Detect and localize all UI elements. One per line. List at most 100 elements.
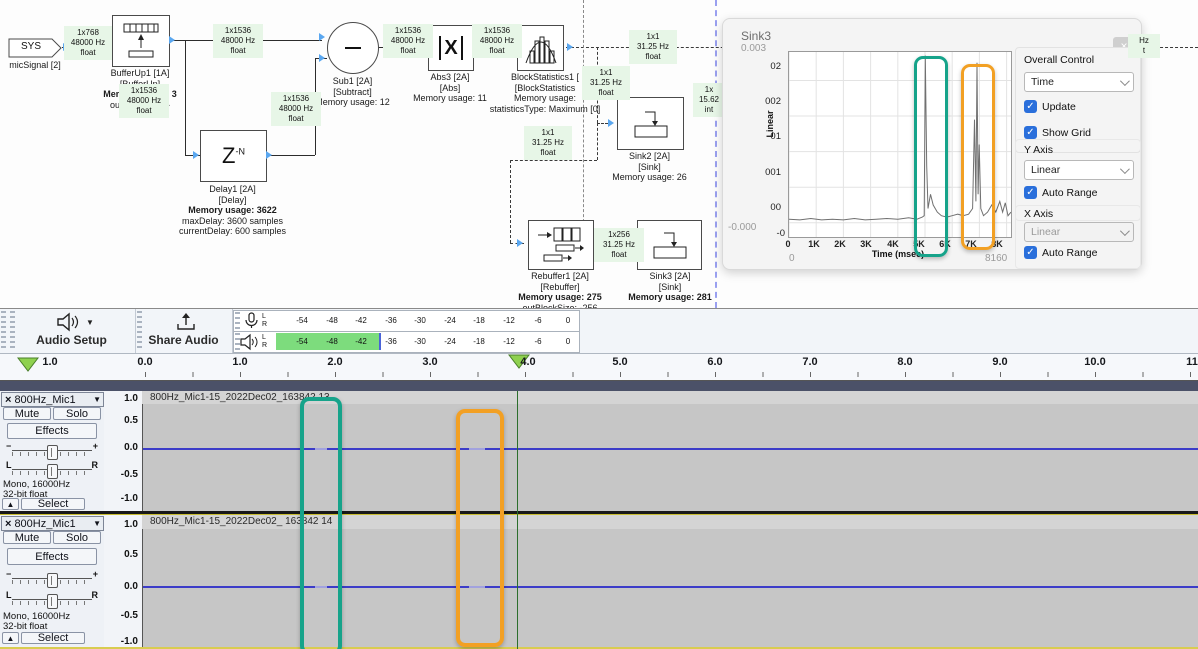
share-audio-toolbar[interactable]: Share Audio bbox=[135, 309, 233, 353]
show-grid-checkbox[interactable]: ✓Show Grid bbox=[1024, 126, 1091, 139]
signal-label: Hz t bbox=[1128, 34, 1160, 58]
x-tick: 4K bbox=[887, 239, 899, 249]
track-2: × 800Hz_Mic1 ▼ Mute Solo Effects − + L R bbox=[0, 515, 1198, 647]
signal-label: 1x1536 48000 Hz float bbox=[271, 92, 321, 126]
block-delay1[interactable]: Z-N bbox=[200, 130, 267, 182]
x-axis-group: X Axis Linear ✓Auto Range bbox=[1015, 205, 1141, 269]
time-dropdown-value: Time bbox=[1031, 76, 1054, 88]
track-2-title-bar[interactable]: × 800Hz_Mic1 ▼ bbox=[1, 516, 104, 531]
y-tick: 01 bbox=[751, 131, 781, 142]
ruler-label: 11 bbox=[1186, 356, 1198, 368]
update-checkbox[interactable]: ✓Update bbox=[1024, 100, 1076, 113]
checkbox-checked-icon: ✓ bbox=[1024, 126, 1037, 139]
close-icon[interactable]: × bbox=[5, 394, 11, 406]
pan-slider-thumb[interactable] bbox=[47, 594, 58, 609]
track-2-vertical-ruler[interactable]: 1.0 0.5 0.0 -0.5 -1.0 bbox=[104, 515, 143, 647]
port-arrow-icon bbox=[608, 119, 614, 127]
toolbar-grip[interactable] bbox=[235, 312, 240, 329]
chevron-down-icon bbox=[1120, 226, 1130, 236]
y-scale-dropdown[interactable]: Linear bbox=[1024, 160, 1134, 180]
scope-x-max: 8160 bbox=[985, 253, 1007, 264]
rebuffer-icon bbox=[534, 225, 588, 265]
track-format-line2: 32-bit float bbox=[3, 621, 47, 632]
pan-slider[interactable]: L R bbox=[4, 461, 100, 479]
y-auto-range-checkbox[interactable]: ✓Auto Range bbox=[1024, 186, 1097, 199]
gain-slider-thumb[interactable] bbox=[47, 445, 58, 460]
select-button[interactable]: Select bbox=[21, 632, 85, 644]
effects-button[interactable]: Effects bbox=[7, 548, 97, 565]
gain-slider[interactable]: − + bbox=[4, 570, 100, 588]
signal-label: 1x768 48000 Hz float bbox=[64, 26, 112, 60]
port-arrow-icon bbox=[319, 33, 325, 41]
record-meter-scale: -54 -48 -42 -36 -30 -24 -18 -12 -6 0 bbox=[274, 311, 577, 331]
gain-slider[interactable]: − + bbox=[4, 442, 100, 460]
screenshot-root: SYS micSignal [2] BufferUp1 [1A] [Buffer… bbox=[0, 0, 1198, 649]
block-sys[interactable]: SYS bbox=[8, 38, 62, 58]
signal-label: 1x 15.62 int bbox=[693, 83, 725, 117]
channel-labels: LR bbox=[262, 334, 267, 349]
ruler-label: 8.0 bbox=[897, 356, 912, 368]
playback-meter[interactable]: LR -54 -48 -42 -36 -30 -24 -18 -12 -6 0 bbox=[233, 331, 580, 353]
track-menu-arrow-icon[interactable]: ▼ bbox=[93, 519, 101, 528]
record-meter[interactable]: LR -54 -48 -42 -36 -30 -24 -18 -12 -6 0 bbox=[233, 310, 580, 332]
timeline-ruler[interactable]: 1.0 0.0 1.0 2.0 3.0 4.0 5.0 6.0 7.0 8.0 … bbox=[0, 353, 1198, 382]
close-icon[interactable]: × bbox=[5, 518, 11, 530]
sink3-scope-window: Sink3 × 0.003 -0.000 Linear 02 002 01 00… bbox=[722, 18, 1142, 270]
x-scale-dropdown[interactable]: Linear bbox=[1024, 222, 1134, 242]
signal-label: 1x1536 48000 Hz float bbox=[472, 24, 522, 58]
highlight-orange-scope bbox=[961, 64, 995, 250]
block-sink2[interactable] bbox=[617, 97, 684, 150]
y-tick: 00 bbox=[751, 202, 781, 213]
solo-button[interactable]: Solo bbox=[53, 407, 101, 420]
x-auto-range-checkbox[interactable]: ✓Auto Range bbox=[1024, 246, 1097, 259]
signal-label: 1x1 31.25 Hz float bbox=[524, 126, 572, 160]
block-sub1[interactable] bbox=[327, 22, 379, 74]
audio-setup-toolbar[interactable]: ▼ Audio Setup bbox=[8, 309, 136, 353]
track-1-vertical-ruler[interactable]: 1.0 0.5 0.0 -0.5 -1.0 bbox=[104, 391, 143, 511]
frame-boundary-purple bbox=[715, 0, 717, 308]
ruler-label: 0.0 bbox=[137, 356, 152, 368]
solo-button[interactable]: Solo bbox=[53, 531, 101, 544]
group-title: Overall Control bbox=[1024, 54, 1094, 66]
gain-slider-thumb[interactable] bbox=[47, 573, 58, 588]
sink-icon bbox=[644, 225, 696, 265]
collapse-button[interactable]: ▲ bbox=[2, 632, 19, 644]
mute-button[interactable]: Mute bbox=[3, 531, 51, 544]
y-tick: 001 bbox=[751, 167, 781, 178]
effects-button[interactable]: Effects bbox=[7, 423, 97, 439]
track-1-title-bar[interactable]: × 800Hz_Mic1 ▼ bbox=[1, 392, 104, 407]
signal-label: 1x1536 48000 Hz float bbox=[213, 24, 263, 58]
y-tick: 02 bbox=[751, 61, 781, 72]
mute-button[interactable]: Mute bbox=[3, 407, 51, 420]
delay-symbol: Z-N bbox=[222, 143, 245, 169]
track-name: 800Hz_Mic1 bbox=[14, 394, 75, 406]
delay-caption: Delay1 [2A] [Delay] Memory usage: 3622 m… bbox=[150, 184, 315, 237]
time-dropdown[interactable]: Time bbox=[1024, 72, 1134, 92]
track-name: 800Hz_Mic1 bbox=[14, 518, 75, 530]
block-sink3[interactable] bbox=[637, 220, 702, 270]
wire-dashed bbox=[510, 160, 511, 243]
block-abs3[interactable]: X bbox=[428, 25, 474, 71]
block-bufferup1[interactable] bbox=[112, 15, 170, 67]
track-menu-arrow-icon[interactable]: ▼ bbox=[93, 395, 101, 404]
ruler-label: 10.0 bbox=[1084, 356, 1105, 368]
pan-slider-thumb[interactable] bbox=[47, 464, 58, 479]
wire bbox=[265, 155, 315, 156]
sys-title: SYS bbox=[8, 41, 54, 52]
block-rebuffer1[interactable] bbox=[528, 220, 594, 270]
block-blockstatistics1[interactable] bbox=[517, 25, 564, 71]
port-arrow-icon bbox=[169, 36, 175, 44]
window-title: Sink3 bbox=[741, 29, 771, 43]
y-tick: 002 bbox=[751, 96, 781, 107]
port-arrow-icon bbox=[319, 54, 325, 62]
pan-slider[interactable]: L R bbox=[4, 591, 100, 609]
toolbar-grip[interactable] bbox=[1, 311, 6, 351]
x-tick: 2K bbox=[834, 239, 846, 249]
checkbox-checked-icon: ✓ bbox=[1024, 100, 1037, 113]
select-button[interactable]: Select bbox=[21, 498, 85, 510]
scope-y-min: -0.000 bbox=[728, 222, 756, 233]
port-arrow-icon bbox=[567, 43, 573, 51]
meter-peak-indicator bbox=[379, 333, 381, 350]
collapse-button[interactable]: ▲ bbox=[2, 498, 19, 510]
checkbox-checked-icon: ✓ bbox=[1024, 186, 1037, 199]
